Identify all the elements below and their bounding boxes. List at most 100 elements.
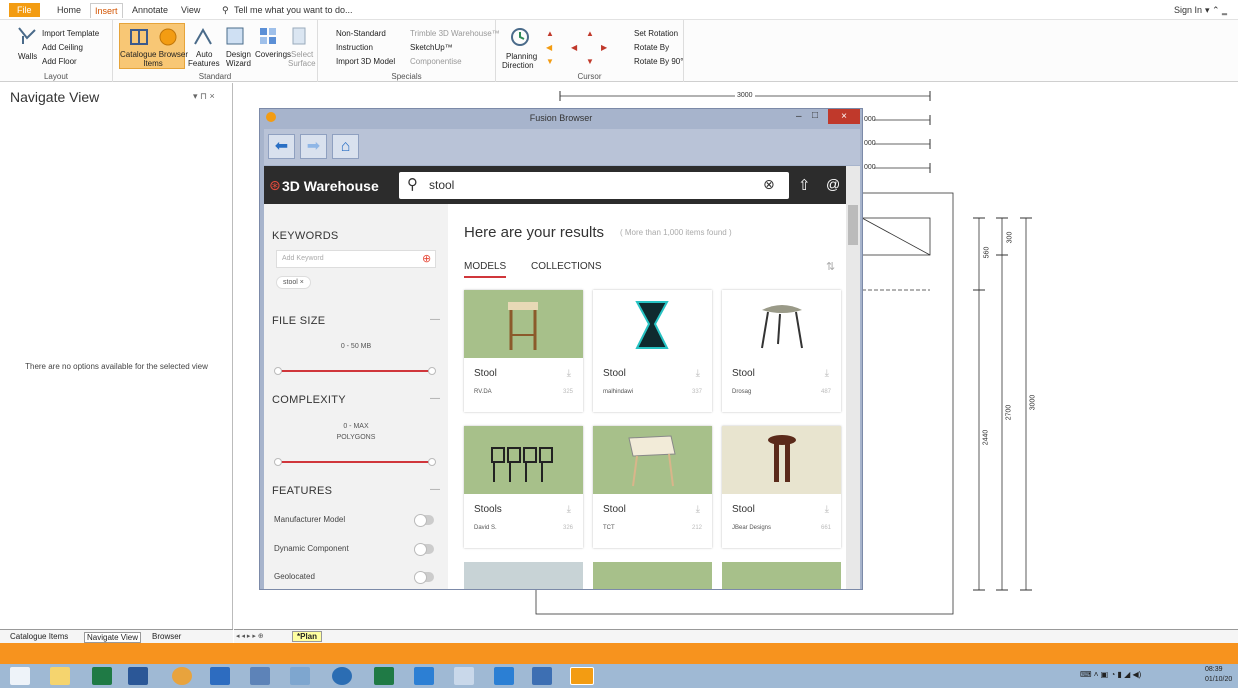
walls-button[interactable]: Walls bbox=[18, 52, 37, 62]
start-button-icon[interactable] bbox=[10, 667, 30, 685]
keyword-chip[interactable]: stool × bbox=[276, 276, 311, 289]
internet-explorer-icon[interactable] bbox=[414, 667, 434, 685]
add-ceiling-button[interactable]: Add Ceiling bbox=[42, 43, 83, 53]
app-pen-icon[interactable] bbox=[290, 667, 310, 685]
minimize-button[interactable]: – bbox=[796, 111, 802, 122]
slider-knob-max[interactable] bbox=[428, 458, 436, 466]
account-icon[interactable]: @ bbox=[826, 176, 840, 192]
app-tt-icon[interactable] bbox=[532, 667, 552, 685]
tab-catalogue-items[interactable]: Catalogue Items bbox=[10, 632, 68, 641]
set-rotation-button[interactable]: Set Rotation bbox=[634, 29, 678, 39]
result-card-partial[interactable] bbox=[593, 562, 712, 589]
fusion-app-icon[interactable] bbox=[570, 667, 594, 685]
forward-arrow-icon[interactable]: ➡ bbox=[300, 134, 327, 159]
app-blue-icon[interactable] bbox=[250, 667, 270, 685]
slider-knob-min[interactable] bbox=[274, 458, 282, 466]
search-input[interactable]: stool bbox=[429, 178, 454, 192]
ribbon-collapse-icon[interactable]: ▾ ⌃ ‗ bbox=[1205, 3, 1227, 17]
complexity-slider[interactable] bbox=[274, 458, 436, 466]
trimble-warehouse-button[interactable]: Trimble 3D Warehouse™ bbox=[410, 29, 500, 39]
tab-collections[interactable]: COLLECTIONS bbox=[531, 261, 602, 272]
back-arrow-icon[interactable]: ⬅ bbox=[268, 134, 295, 159]
cursor-right-red-icon[interactable]: ▶ bbox=[601, 43, 607, 53]
result-card[interactable]: Stools ⤓ David S. 326 bbox=[464, 426, 583, 548]
result-card-partial[interactable] bbox=[464, 562, 583, 589]
maximize-button[interactable]: □ bbox=[812, 110, 818, 121]
panel-controls[interactable]: ▾ ⊓ × bbox=[193, 91, 215, 102]
download-icon[interactable]: ⤓ bbox=[567, 368, 571, 379]
slider-knob-max[interactable] bbox=[428, 367, 436, 375]
scrollbar-thumb[interactable] bbox=[848, 205, 858, 245]
download-icon[interactable]: ⤓ bbox=[567, 504, 571, 515]
geolocated-toggle[interactable] bbox=[414, 571, 434, 584]
tab-scroll-arrows[interactable]: ◂ ◂ ▸ ▸ ⊕ bbox=[236, 632, 264, 640]
result-card[interactable]: Stool ⤓ JBear Designs 661 bbox=[722, 426, 841, 548]
features-collapse-icon[interactable]: — bbox=[430, 484, 440, 495]
tab-models[interactable]: MODELS bbox=[464, 261, 507, 278]
app-green-icon[interactable] bbox=[92, 667, 112, 685]
tab-view[interactable]: View bbox=[181, 3, 200, 17]
catalogue-browser-button[interactable]: Catalogue Browser Items bbox=[119, 23, 188, 69]
chrome-icon[interactable] bbox=[172, 667, 192, 685]
result-card-partial[interactable] bbox=[722, 562, 841, 589]
tab-navigate-view[interactable]: Navigate View bbox=[84, 632, 141, 643]
download-icon[interactable]: ⤓ bbox=[825, 504, 829, 515]
file-size-slider[interactable] bbox=[274, 367, 436, 375]
tab-insert[interactable]: Insert bbox=[90, 3, 123, 18]
card-author[interactable]: RV.DA bbox=[474, 389, 492, 395]
add-keyword-icon[interactable]: ⊕ bbox=[422, 252, 431, 265]
sign-in-link[interactable]: Sign In bbox=[1174, 3, 1202, 17]
import-3d-model-button[interactable]: Import 3D Model bbox=[336, 57, 395, 67]
card-author[interactable]: malhindawi bbox=[603, 389, 633, 395]
word-icon[interactable] bbox=[128, 667, 148, 685]
non-standard-button[interactable]: Non-Standard bbox=[336, 29, 386, 39]
tab-home[interactable]: Home bbox=[57, 3, 81, 17]
tab-browser[interactable]: Browser bbox=[152, 632, 181, 641]
dynamic-toggle[interactable] bbox=[414, 543, 434, 556]
app-calc-icon[interactable] bbox=[454, 667, 474, 685]
slider-knob-min[interactable] bbox=[274, 367, 282, 375]
search-box[interactable]: ⚲ stool ⊗ bbox=[399, 172, 789, 199]
file-size-collapse-icon[interactable]: — bbox=[430, 314, 440, 325]
app-circle-icon[interactable] bbox=[332, 667, 352, 685]
cursor-up-red-icon[interactable]: ▲ bbox=[586, 29, 594, 39]
componentise-button[interactable]: Componentise bbox=[410, 57, 462, 67]
home-icon[interactable]: ⌂ bbox=[332, 134, 359, 159]
skype-icon[interactable] bbox=[494, 667, 514, 685]
download-icon[interactable]: ⤓ bbox=[825, 368, 829, 379]
result-card[interactable]: Stool ⤓ malhindawi 337 bbox=[593, 290, 712, 412]
card-author[interactable]: David S. bbox=[474, 525, 497, 531]
rotate-by-button[interactable]: Rotate By bbox=[634, 43, 669, 53]
add-keyword-input[interactable]: Add Keyword ⊕ bbox=[276, 250, 436, 268]
rotate-by-90-button[interactable]: Rotate By 90° bbox=[634, 57, 683, 67]
tab-file[interactable]: File bbox=[9, 3, 40, 17]
clock-date[interactable]: 01/10/20 bbox=[1205, 676, 1232, 683]
card-author[interactable]: JBear Designs bbox=[732, 525, 771, 531]
manufacturer-toggle[interactable] bbox=[414, 514, 434, 527]
result-card[interactable]: Stool ⤓ RV.DA 325 bbox=[464, 290, 583, 412]
file-explorer-icon[interactable] bbox=[50, 667, 70, 685]
add-floor-button[interactable]: Add Floor bbox=[42, 57, 77, 67]
clock-time[interactable]: 08:39 bbox=[1205, 666, 1223, 673]
download-icon[interactable]: ⤓ bbox=[696, 368, 700, 379]
card-author[interactable]: TCT bbox=[603, 525, 615, 531]
import-template-button[interactable]: Import Template bbox=[42, 29, 99, 39]
clear-search-icon[interactable]: ⊗ bbox=[763, 176, 775, 193]
complexity-collapse-icon[interactable]: — bbox=[430, 393, 440, 404]
sketchup-button[interactable]: SketchUp™ bbox=[410, 43, 453, 53]
card-author[interactable]: Drosag bbox=[732, 389, 751, 395]
cursor-down-red-icon[interactable]: ▼ bbox=[586, 57, 594, 67]
cursor-left-red-icon[interactable]: ◀ bbox=[571, 43, 577, 53]
tell-me-input[interactable]: Tell me what you want to do... bbox=[234, 3, 353, 17]
result-card[interactable]: Stool ⤓ Drosag 487 bbox=[722, 290, 841, 412]
excel-icon[interactable] bbox=[374, 667, 394, 685]
sort-icon[interactable]: ⇅ bbox=[826, 260, 835, 273]
tab-annotate[interactable]: Annotate bbox=[132, 3, 168, 17]
instruction-button[interactable]: Instruction bbox=[336, 43, 373, 53]
cursor-up-icon[interactable]: ▲ bbox=[546, 29, 554, 39]
cursor-left-icon[interactable]: ◀ bbox=[546, 43, 552, 53]
tab-plan[interactable]: *Plan bbox=[292, 631, 323, 642]
coverings-button[interactable]: Coverings bbox=[255, 50, 291, 60]
close-button[interactable]: × bbox=[828, 109, 860, 124]
result-card[interactable]: Stool ⤓ TCT 212 bbox=[593, 426, 712, 548]
